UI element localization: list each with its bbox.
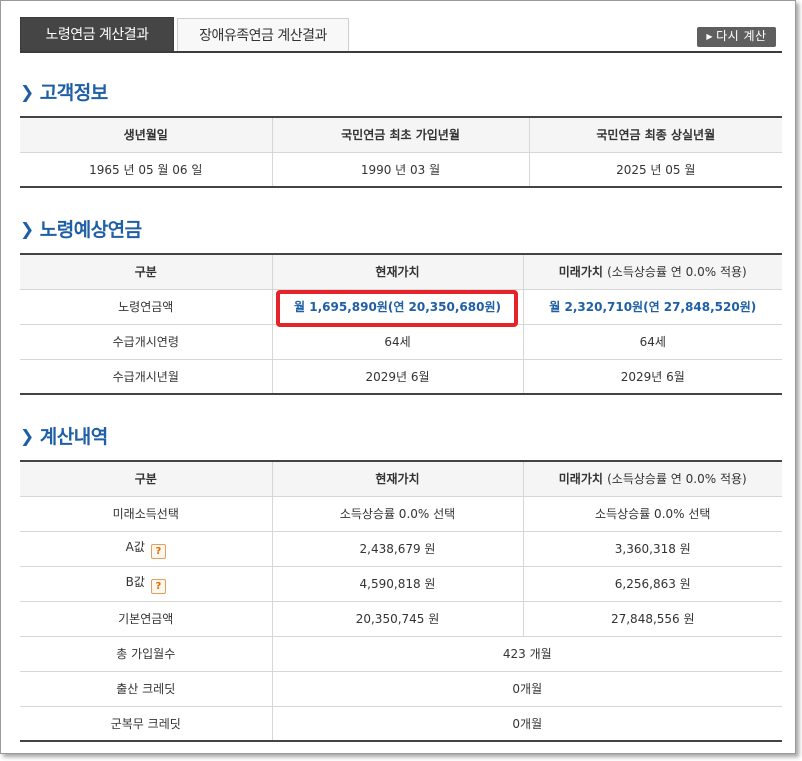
section-title-expected-pension: ❯ 노령예상연금 (20, 215, 142, 242)
pension-amount-present: 월 1,695,890원(연 20,350,680원) (272, 289, 524, 327)
row-label: 총 가입월수 (20, 636, 273, 672)
calculation-table: 구분 현재가치 미래가치 (소득상승률 연 0.0% 적용) 미래소득선택 소득… (20, 460, 782, 742)
header-category: 구분 (20, 254, 273, 290)
expected-pension-table: 구분 현재가치 미래가치 (소득상승률 연 0.0% 적용) 노령연금액 월 1… (20, 253, 782, 395)
table-row: 노령연금액 월 1,695,890원(연 20,350,680원) 월 2,32… (20, 289, 782, 327)
header-future-label: 미래가치 (558, 472, 603, 487)
header-future-note: (소득상승률 연 0.0% 적용) (607, 472, 747, 487)
total-months-value: 423 개월 (272, 636, 782, 672)
table-row: A값? 2,438,679 원 3,360,318 원 (20, 531, 782, 567)
result-window: 노령연금 계산결과 장애유족연금 계산결과 ▶ 다시 계산 ❯ 고객정보 생년월일 … (0, 0, 796, 754)
recalculate-label: 다시 계산 (716, 29, 767, 43)
section-title-text: 고객정보 (39, 82, 108, 104)
income-choice-present: 소득상승률 0.0% 선택 (272, 496, 524, 532)
row-label: 출산 크레딧 (20, 671, 273, 707)
header-future-value: 미래가치 (소득상승률 연 0.0% 적용) (523, 461, 782, 497)
basic-pension-future: 27,848,556 원 (523, 601, 782, 637)
income-choice-future: 소득상승률 0.0% 선택 (523, 496, 782, 532)
header-future-label: 미래가치 (558, 265, 603, 280)
table-row: 수급개시연령 64세 64세 (20, 324, 782, 360)
row-label: B값? (20, 566, 273, 602)
header-future-value: 미래가치 (소득상승률 연 0.0% 적용) (523, 254, 782, 290)
section-title-text: 노령예상연금 (39, 219, 142, 241)
chevron-right-icon: ❯ (20, 220, 34, 240)
help-icon[interactable]: ? (150, 579, 166, 594)
table-row: 총 가입월수 423 개월 (20, 636, 782, 672)
header-category: 구분 (20, 461, 273, 497)
customer-info-table: 생년월일 국민연금 최초 가입년월 국민연금 최종 상실년월 1965 년 05… (20, 116, 782, 188)
recalculate-button[interactable]: ▶ 다시 계산 (697, 27, 776, 47)
help-icon[interactable]: ? (150, 544, 166, 559)
table-row: 수급개시년월 2029년 6월 2029년 6월 (20, 359, 782, 394)
header-present-value: 현재가치 (272, 461, 524, 497)
start-age-future: 64세 (523, 324, 782, 360)
play-arrow-icon: ▶ (706, 32, 714, 41)
tab-disability-survivor-pension[interactable]: 장애유족연금 계산결과 (177, 18, 349, 52)
header-last-loss: 국민연금 최종 상실년월 (529, 117, 782, 153)
table-row: 기본연금액 20,350,745 원 27,848,556 원 (20, 601, 782, 637)
tab-old-age-pension[interactable]: 노령연금 계산결과 (20, 17, 174, 52)
table-row: 미래소득선택 소득상승률 0.0% 선택 소득상승률 0.0% 선택 (20, 496, 782, 532)
row-label: 기본연금액 (20, 601, 273, 637)
header-future-note: (소득상승률 연 0.0% 적용) (607, 265, 747, 280)
row-label: 수급개시연령 (20, 324, 273, 360)
b-value-future: 6,256,863 원 (523, 566, 782, 602)
basic-pension-present: 20,350,745 원 (272, 601, 524, 637)
start-date-present: 2029년 6월 (272, 359, 524, 394)
a-value-present: 2,438,679 원 (272, 531, 524, 567)
table-row: 군복무 크레딧 0개월 (20, 706, 782, 741)
last-loss-value: 2025 년 05 월 (616, 162, 696, 177)
result-tabs: 노령연금 계산결과 장애유족연금 계산결과 (20, 17, 782, 52)
header-first-join: 국민연금 최초 가입년월 (272, 117, 530, 153)
start-date-future: 2029년 6월 (620, 369, 685, 384)
a-value-future: 3,360,318 원 (523, 531, 782, 567)
military-credit-value: 0개월 (512, 716, 543, 731)
row-label: 미래소득선택 (20, 496, 273, 532)
pension-amount-future: 월 2,320,710원(연 27,848,520원) (523, 289, 782, 325)
birth-date-value: 1965 년 05 월 06 일 (20, 152, 273, 187)
section-title-text: 계산내역 (39, 426, 108, 448)
header-birth-date: 생년월일 (20, 117, 273, 153)
table-row: B값? 4,590,818 원 6,256,863 원 (20, 566, 782, 602)
pension-amount-present-value: 월 1,695,890원(연 20,350,680원) (294, 300, 501, 314)
row-label: A값? (20, 531, 273, 567)
header-present-value: 현재가치 (272, 254, 524, 290)
section-title-customer-info: ❯ 고객정보 (20, 78, 108, 105)
b-value-label: B값 (125, 575, 145, 589)
row-label: 군복무 크레딧 (20, 706, 273, 741)
childbirth-credit-value: 0개월 (272, 671, 782, 707)
first-join-value: 1990 년 03 월 (272, 152, 530, 187)
row-label: 노령연금액 (20, 289, 273, 325)
table-row: 출산 크레딧 0개월 (20, 671, 782, 707)
tab-divider (20, 51, 782, 53)
row-label: 수급개시년월 (20, 359, 273, 394)
chevron-right-icon: ❯ (20, 427, 34, 447)
a-value-label: A값 (125, 540, 145, 554)
start-age-present: 64세 (272, 324, 524, 360)
b-value-present: 4,590,818 원 (272, 566, 524, 602)
chevron-right-icon: ❯ (20, 83, 34, 103)
section-title-calculation: ❯ 계산내역 (20, 422, 108, 449)
